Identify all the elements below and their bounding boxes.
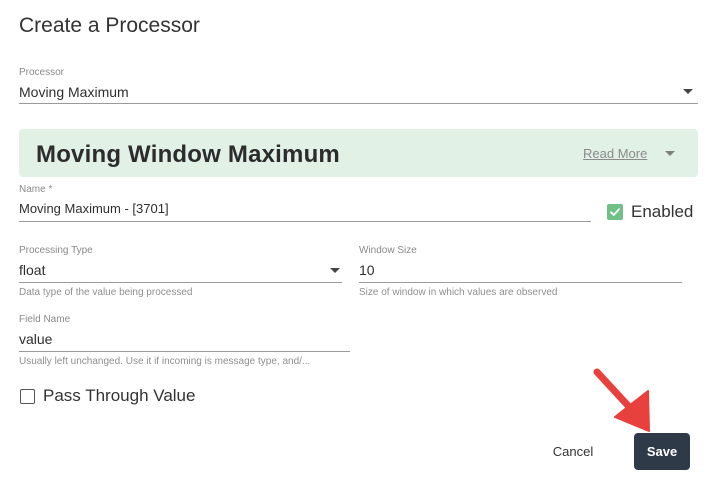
processing-type-label: Processing Type	[19, 245, 93, 256]
window-size-underline	[359, 282, 682, 283]
window-size-helper: Size of window in which values are obser…	[359, 287, 558, 298]
processor-select[interactable]: Moving Maximum	[19, 82, 698, 104]
window-size-value: 10	[359, 262, 375, 278]
processing-type-value: float	[19, 262, 46, 278]
processor-value: Moving Maximum	[19, 84, 129, 100]
name-underline	[19, 221, 591, 222]
read-more-link[interactable]: Read More	[583, 146, 647, 161]
pass-through-checkbox[interactable]	[20, 389, 35, 404]
pass-through-label: Pass Through Value	[43, 386, 196, 405]
field-name-underline	[19, 351, 350, 352]
banner-title: Moving Window Maximum	[36, 141, 340, 168]
dialog-title: Create a Processor	[19, 14, 200, 37]
field-name-label: Field Name	[19, 314, 71, 325]
cancel-button[interactable]: Cancel	[540, 434, 606, 468]
name-value: Moving Maximum - [3701]	[19, 201, 169, 216]
window-size-input[interactable]: 10	[359, 260, 682, 283]
processing-type-underline	[19, 282, 342, 283]
enabled-checkbox[interactable]	[607, 204, 623, 220]
processor-label: Processor	[19, 67, 65, 78]
field-name-helper: Usually left unchanged. Use it if incomi…	[19, 356, 311, 367]
processor-underline	[19, 103, 698, 104]
processor-info-banner: Moving Window Maximum Read More	[19, 129, 698, 177]
chevron-down-icon	[683, 89, 693, 94]
enabled-label: Enabled	[631, 202, 694, 221]
processing-type-helper: Data type of the value being processed	[19, 287, 193, 298]
field-name-value: value	[19, 331, 53, 347]
chevron-down-icon	[330, 268, 340, 273]
chevron-down-icon[interactable]	[665, 151, 675, 156]
check-icon	[610, 208, 620, 216]
name-label: Name *	[19, 184, 53, 195]
arrow-annotation-icon	[593, 368, 650, 432]
window-size-label: Window Size	[359, 245, 417, 256]
field-name-input[interactable]: value	[19, 329, 350, 352]
save-button[interactable]: Save	[634, 433, 690, 470]
processing-type-select[interactable]: float	[19, 260, 342, 283]
name-input[interactable]: Moving Maximum - [3701]	[19, 199, 591, 222]
